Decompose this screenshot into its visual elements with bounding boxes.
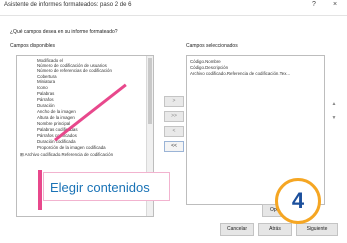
list-item[interactable]: Duración bbox=[37, 103, 55, 108]
title-bar: Asistente de informes formateados: paso … bbox=[0, 0, 347, 16]
wizard-dialog: Asistente de informes formateados: paso … bbox=[0, 0, 347, 243]
list-item[interactable]: Miniatura bbox=[37, 79, 55, 84]
list-item[interactable]: Archivo codificado.Referencia de codific… bbox=[190, 71, 290, 76]
callout-label: Elegir contenidos bbox=[43, 172, 170, 201]
move-up-button[interactable]: ▲ bbox=[328, 100, 340, 109]
back-button[interactable]: Atrás bbox=[258, 223, 292, 236]
next-button[interactable]: Siguiente bbox=[296, 223, 338, 236]
cancel-button[interactable]: Cancelar bbox=[220, 223, 254, 236]
list-item-expand[interactable]: ⊞ Archivo codificado.Referencia de codif… bbox=[20, 152, 113, 157]
step-badge: 4 bbox=[275, 178, 321, 224]
list-item[interactable]: Párrafos bbox=[37, 97, 54, 102]
add-field-button[interactable]: > bbox=[164, 96, 184, 107]
help-button[interactable]: ? bbox=[312, 1, 316, 8]
prompt-text: ¿Qué campos desea en su informe formatea… bbox=[10, 29, 118, 35]
callout-accent-bar bbox=[38, 170, 42, 210]
remove-field-button[interactable]: < bbox=[164, 126, 184, 137]
list-item[interactable]: Proporción de la imagen codificada bbox=[37, 145, 106, 150]
list-item[interactable]: Nombre principal bbox=[37, 121, 70, 126]
window-title: Asistente de informes formateados: paso … bbox=[4, 2, 132, 8]
list-item[interactable]: Código.Nombre bbox=[190, 59, 221, 64]
list-item[interactable]: Palabras bbox=[37, 91, 54, 96]
list-item[interactable]: Altura de la imagen bbox=[37, 115, 75, 120]
move-down-button[interactable]: ▼ bbox=[328, 114, 340, 123]
list-item[interactable]: Número de referencias de codificación bbox=[37, 68, 112, 73]
available-fields-label: Campos disponibles bbox=[10, 43, 56, 49]
scrollbar-thumb[interactable] bbox=[148, 58, 152, 124]
list-item[interactable]: Código.Descripción bbox=[190, 65, 228, 70]
close-button[interactable]: × bbox=[333, 1, 337, 8]
add-all-fields-button[interactable]: >> bbox=[164, 111, 184, 122]
list-item-label: Archivo codificado.Referencia de codific… bbox=[24, 152, 114, 157]
list-item[interactable]: Ancho de la imagen bbox=[37, 109, 76, 114]
list-item[interactable]: Icono bbox=[37, 85, 48, 90]
remove-all-fields-button[interactable]: << bbox=[164, 141, 184, 152]
selected-fields-label: Campos seleccionados bbox=[186, 43, 238, 49]
